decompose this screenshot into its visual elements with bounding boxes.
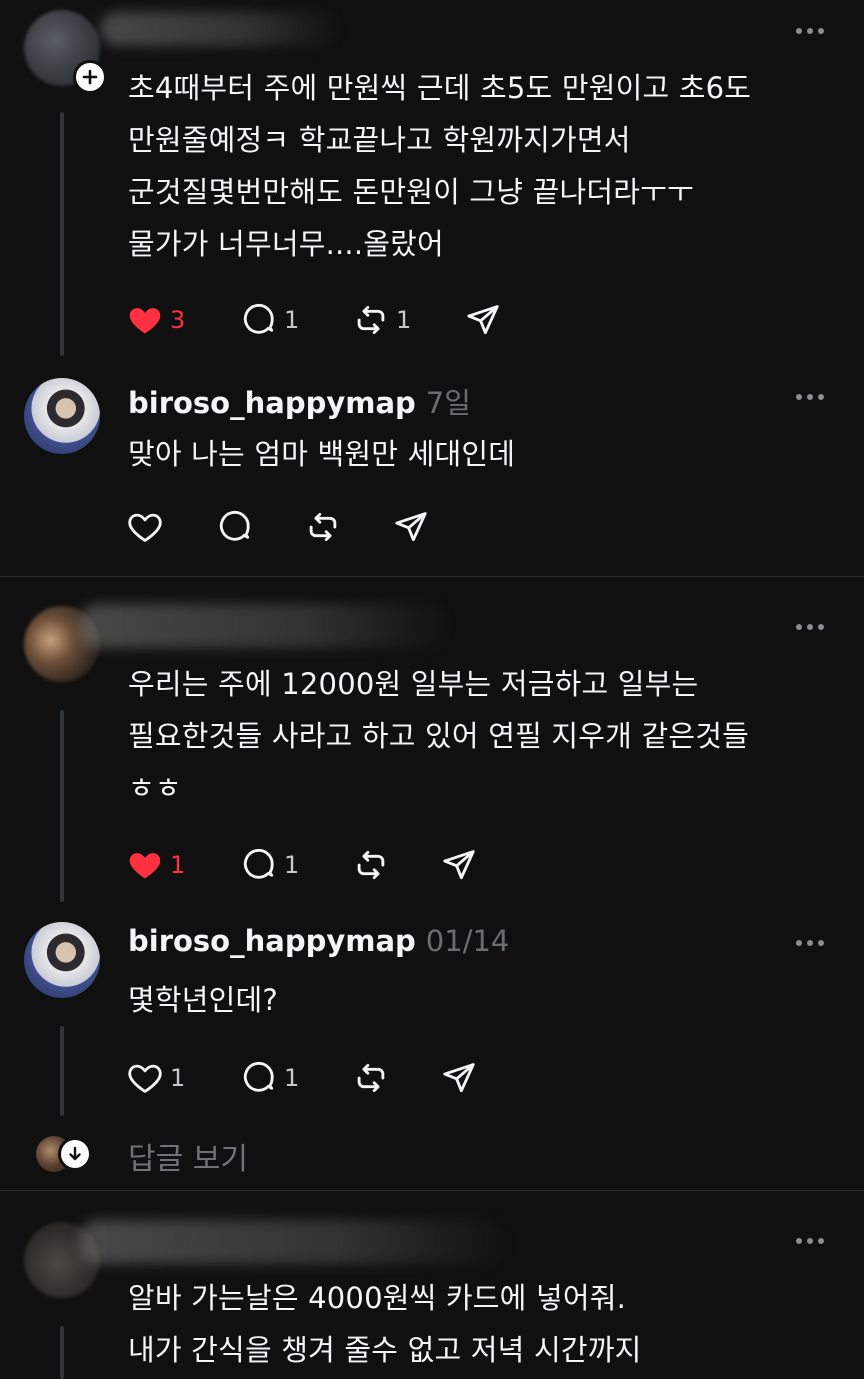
divider [0,1190,864,1191]
reply-count: 1 [284,1064,300,1092]
like-count: 1 [170,1064,186,1092]
share-icon [392,508,430,546]
repost-icon [352,301,390,339]
thread-line [60,710,64,902]
author-name-redacted [80,1220,510,1264]
thread-line [60,1026,64,1116]
share-icon [440,846,478,884]
share-button[interactable] [440,845,478,885]
comment-icon [240,846,278,884]
repost-button[interactable] [304,507,342,547]
reply-count: 1 [284,851,300,879]
comment-icon [240,301,278,339]
avatar[interactable] [24,378,100,454]
author-name-redacted [80,604,450,648]
repost-icon [352,846,390,884]
comment-header: biroso_happymap 01/14 [128,924,509,958]
comment-icon [216,508,254,546]
follow-button[interactable] [73,60,107,94]
repost-icon [352,1059,390,1097]
share-button[interactable] [464,300,502,340]
expand-replies-button[interactable] [58,1137,92,1171]
comment-icon [240,1059,278,1097]
more-options-button[interactable] [796,624,824,630]
reply-button[interactable]: 1 [240,300,299,340]
like-button[interactable]: 1 [126,845,185,885]
share-button[interactable] [440,1058,478,1098]
reply-button[interactable]: 1 [240,845,299,885]
like-button[interactable] [126,507,164,547]
like-count: 1 [170,851,186,879]
heart-icon [126,508,164,546]
reply-button[interactable] [216,507,254,547]
timestamp: 01/14 [425,924,510,958]
thread-line [60,1326,64,1379]
repost-button[interactable]: 1 [352,300,411,340]
plus-icon [82,69,98,85]
heart-icon [126,301,164,339]
comment-text: 우리는 주에 12000원 일부는 저금하고 일부는 필요한것들 사라고 하고 … [128,667,749,805]
like-button[interactable]: 1 [126,1058,185,1098]
view-replies-link[interactable]: 답글 보기 [128,1134,248,1178]
divider [0,576,864,577]
reply-count: 1 [284,306,300,334]
repost-count: 1 [396,306,412,334]
repost-icon [304,508,342,546]
like-button[interactable]: 3 [126,300,185,340]
more-options-button[interactable] [796,940,824,946]
comment-text: 맞아 나는 엄마 백원만 세대인데 [128,437,516,471]
comment-text: 몇학년인데? [128,983,278,1017]
repost-button[interactable] [352,845,390,885]
avatar[interactable] [24,922,100,998]
comment-text: 알바 가는날은 4000원씩 카드에 넣어줘. 내가 간식을 챙겨 줄수 없고 … [128,1281,642,1367]
repost-button[interactable] [352,1058,390,1098]
share-button[interactable] [392,507,430,547]
arrow-down-icon [69,1146,81,1161]
share-icon [464,301,502,339]
comment-text: 초4때부터 주에 만원씩 근데 초5도 만원이고 초6도 만원줄예정ㅋ 학교끝나… [128,71,752,261]
username[interactable]: biroso_happymap [128,924,416,958]
more-options-button[interactable] [796,1238,824,1244]
comment-header: biroso_happymap 7일 [128,380,471,422]
more-options-button[interactable] [796,394,824,400]
more-options-button[interactable] [796,28,824,34]
heart-icon [126,846,164,884]
reply-button[interactable]: 1 [240,1058,299,1098]
thread-line [60,112,64,356]
like-count: 3 [170,306,186,334]
share-icon [440,1059,478,1097]
heart-icon [126,1059,164,1097]
timestamp: 7일 [425,386,471,420]
username[interactable]: biroso_happymap [128,386,416,420]
author-name-redacted [100,12,340,46]
